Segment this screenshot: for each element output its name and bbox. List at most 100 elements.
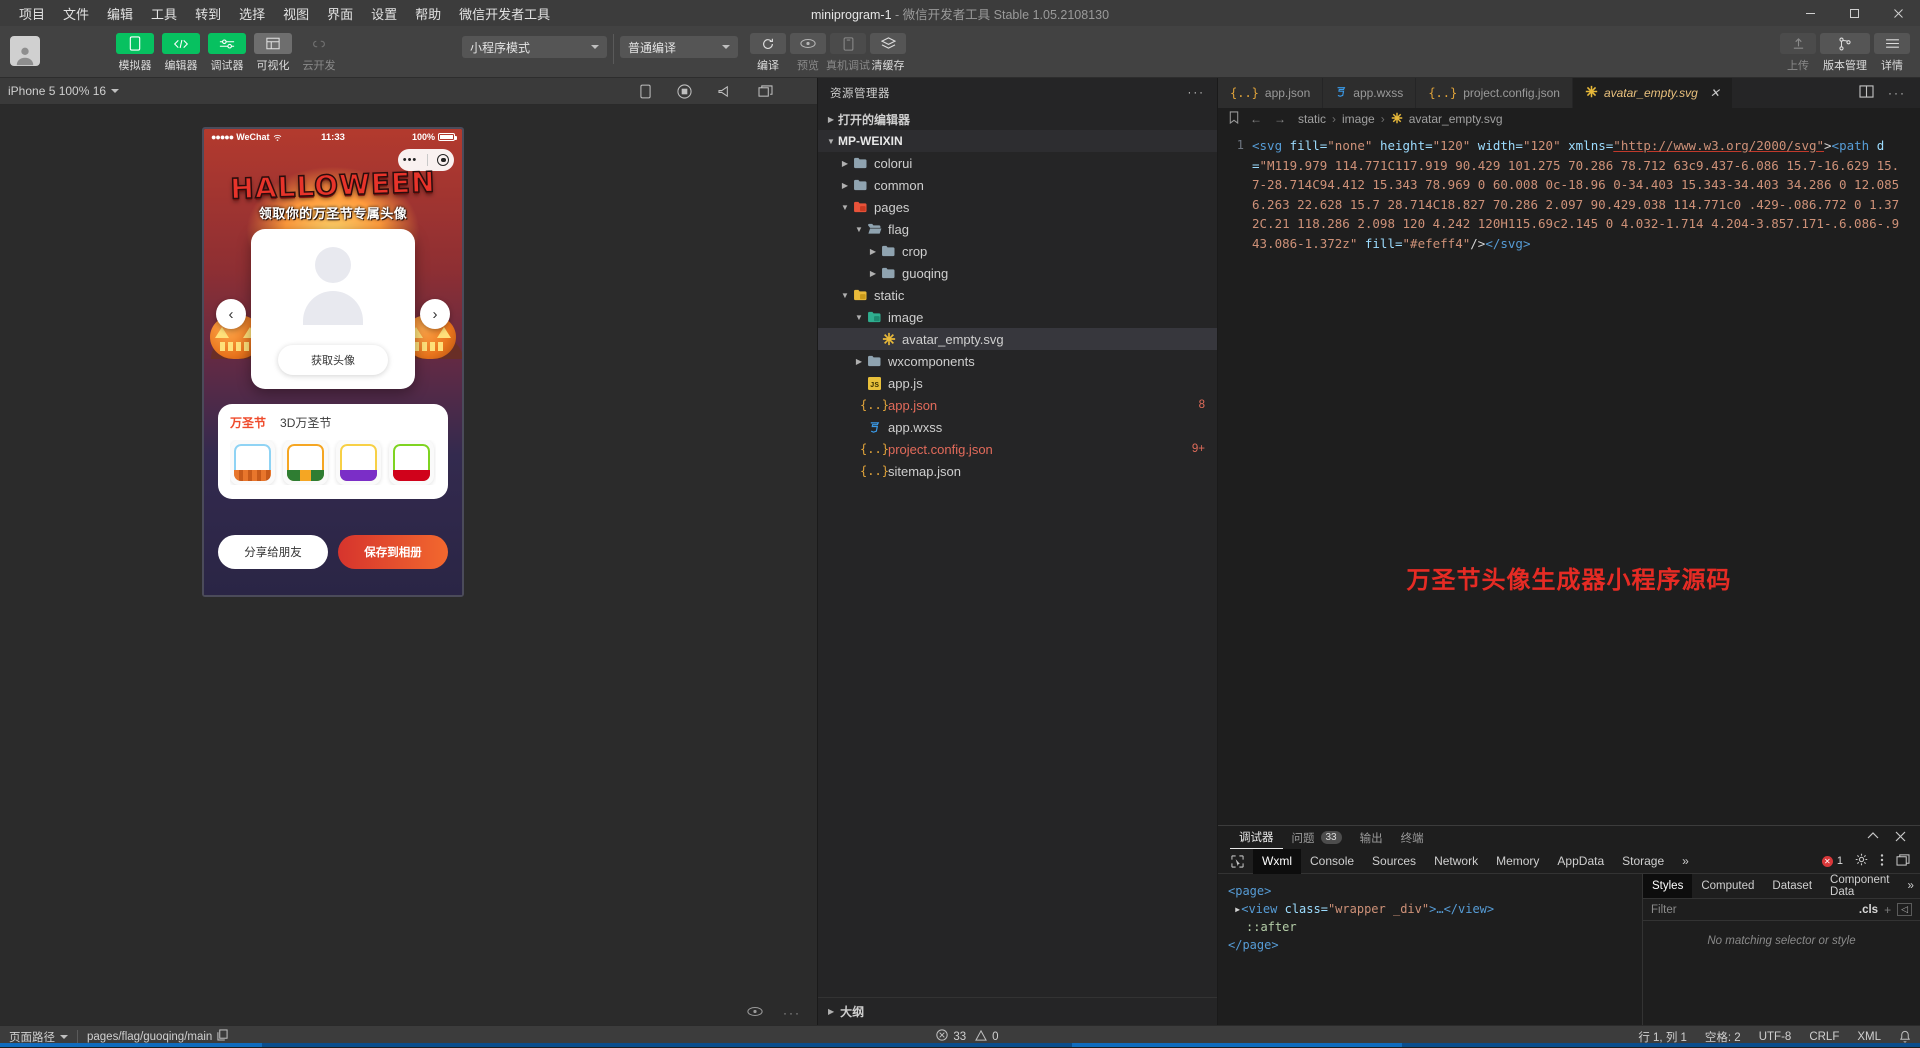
prev-template-button[interactable]: ‹ [216,299,246,329]
gear-icon[interactable] [1855,853,1868,869]
template-tab-halloween[interactable]: 万圣节 [230,414,266,431]
more-icon[interactable]: ··· [1188,87,1206,99]
eye-icon[interactable] [747,1006,763,1020]
devtools-tab-output[interactable]: 输出 [1351,826,1392,849]
split-editor-icon[interactable] [1859,85,1874,101]
back-button[interactable]: ← [1250,112,1262,126]
menu-item-settings[interactable]: 设置 [362,0,406,27]
template-item[interactable] [230,440,275,485]
devtools-tab-sources[interactable]: Sources [1363,849,1425,874]
template-list[interactable] [230,440,436,485]
devtools-tab-terminal[interactable]: 终端 [1392,826,1433,849]
tree-item-avatar-empty-svg[interactable]: avatar_empty.svg [818,328,1217,350]
simulator-toggle-button[interactable]: 模拟器 [116,33,154,73]
code-editor[interactable]: 1 <svg fill="none" height="120" width="1… [1218,130,1920,825]
inspect-icon[interactable] [1222,849,1253,874]
cloud-dev-button[interactable]: 云开发 [300,33,338,73]
close-icon[interactable]: ✕ [1710,86,1720,100]
dock-icon[interactable] [1896,854,1910,869]
code-val-xmlns[interactable]: "http://www.w3.org/2000/svg" [1613,138,1824,153]
breadcrumb-part-static[interactable]: static [1298,112,1326,126]
phone-rotate-icon[interactable] [640,84,651,99]
code-content[interactable]: <svg fill="none" height="120" width="120… [1252,136,1920,253]
tree-item-guoqing[interactable]: ▶ guoqing [818,262,1217,284]
menu-item-ui[interactable]: 界面 [318,0,362,27]
tree-item-common[interactable]: ▶ common [818,174,1217,196]
styles-tab-styles[interactable]: Styles [1643,874,1692,898]
styles-tab-computed[interactable]: Computed [1692,874,1763,898]
share-button[interactable]: 分享给朋友 [218,535,328,569]
minimize-button[interactable] [1788,0,1832,26]
devtools-tabs-overflow[interactable]: » [1673,849,1698,874]
devtools-tab-network[interactable]: Network [1425,849,1487,874]
more-icon[interactable]: ··· [1888,86,1906,100]
tab-app-json[interactable]: {..} app.json [1218,78,1323,108]
compile-button[interactable]: 编译 [750,33,786,73]
devtools-tab-problems[interactable]: 问题 33 [1283,826,1351,849]
tree-project-root[interactable]: ▼ MP-WEIXIN [818,130,1217,152]
compile-select[interactable]: 普通编译 [620,36,738,58]
tree-item-app-wxss[interactable]: app.wxss [818,416,1217,438]
tree-item-image[interactable]: ▼ image [818,306,1217,328]
menu-item-edit[interactable]: 编辑 [98,0,142,27]
menu-item-tools[interactable]: 工具 [142,0,186,27]
menu-item-select[interactable]: 选择 [230,0,274,27]
styles-tab-dataset[interactable]: Dataset [1763,874,1821,898]
next-template-button[interactable]: › [420,299,450,329]
upload-button[interactable]: 上传 [1780,33,1816,73]
template-item[interactable] [389,440,434,485]
tree-item-pages[interactable]: ▼ pages [818,196,1217,218]
menu-item-devtools[interactable]: 微信开发者工具 [450,0,559,27]
styles-tabs-overflow[interactable]: » [1899,874,1920,898]
tree-item-flag[interactable]: ▼ flag [818,218,1217,240]
kebab-icon[interactable] [1880,853,1884,870]
breadcrumb-part-file[interactable]: avatar_empty.svg [1409,112,1503,126]
tab-avatar-empty-svg[interactable]: avatar_empty.svg ✕ [1573,78,1733,108]
mode-select[interactable]: 小程序模式 [462,36,607,58]
cls-button[interactable]: .cls [1859,904,1878,916]
copy-icon[interactable] [217,1029,228,1044]
add-style-button[interactable]: + [1884,903,1891,917]
styles-filter-input[interactable]: Filter [1651,904,1853,916]
devtools-tab-wxml[interactable]: Wxml [1253,849,1301,874]
styles-tab-component-data[interactable]: Component Data [1821,874,1898,898]
more-icon[interactable]: ··· [783,1006,801,1020]
file-tree[interactable]: ▶ 打开的编辑器 ▼ MP-WEIXIN ▶ colorui ▶ common [818,108,1217,997]
forward-button[interactable]: → [1274,112,1286,126]
menu-item-goto[interactable]: 转到 [186,0,230,27]
debugger-toggle-button[interactable]: 调试器 [208,33,246,73]
tree-item-app-json[interactable]: {..} app.json 8 [818,394,1217,416]
device-selector[interactable]: iPhone 5 100% 16 [8,84,119,98]
real-device-debug-button[interactable]: 真机调试 [830,33,866,73]
tab-project-config-json[interactable]: {..} project.config.json [1416,78,1573,108]
breadcrumb-part-image[interactable]: image [1342,112,1375,126]
devtools-tab-console[interactable]: Console [1301,849,1363,874]
tree-item-colorui[interactable]: ▶ colorui [818,152,1217,174]
wxml-tree[interactable]: <page> ▸<view class="wrapper _div">…</vi… [1218,874,1642,1025]
tab-app-wxss[interactable]: app.wxss [1323,78,1416,108]
template-item[interactable] [283,440,328,485]
tree-item-app-js[interactable]: JS app.js [818,372,1217,394]
toggle-sidebar-button[interactable]: ◁ [1897,903,1912,916]
close-button[interactable] [1876,0,1920,26]
maximize-button[interactable] [1832,0,1876,26]
devtools-tab-appdata[interactable]: AppData [1548,849,1613,874]
tree-open-editors[interactable]: ▶ 打开的编辑器 [818,108,1217,130]
tree-item-sitemap-json[interactable]: {..} sitemap.json [818,460,1217,482]
volume-icon[interactable] [718,85,732,98]
record-icon[interactable] [677,84,692,99]
editor-toggle-button[interactable]: 编辑器 [162,33,200,73]
bookmark-icon[interactable] [1228,111,1240,127]
save-to-album-button[interactable]: 保存到相册 [338,535,448,569]
menu-item-project[interactable]: 项目 [10,0,54,27]
phone-preview[interactable]: ●●●●● WeChat 11:33 100% ••• HALLOWEEN [202,127,464,597]
error-chip[interactable]: ✕ 1 [1822,855,1843,867]
tree-item-wxcomponents[interactable]: ▶ wxcomponents [818,350,1217,372]
version-control-button[interactable]: 版本管理 [1820,33,1870,73]
window-icon[interactable] [758,85,773,98]
menu-item-help[interactable]: 帮助 [406,0,450,27]
get-avatar-button[interactable]: 获取头像 [278,345,388,375]
clear-cache-button[interactable]: 清缓存 [870,33,906,73]
collapse-icon[interactable] [1867,831,1879,845]
devtools-tab-storage[interactable]: Storage [1613,849,1673,874]
